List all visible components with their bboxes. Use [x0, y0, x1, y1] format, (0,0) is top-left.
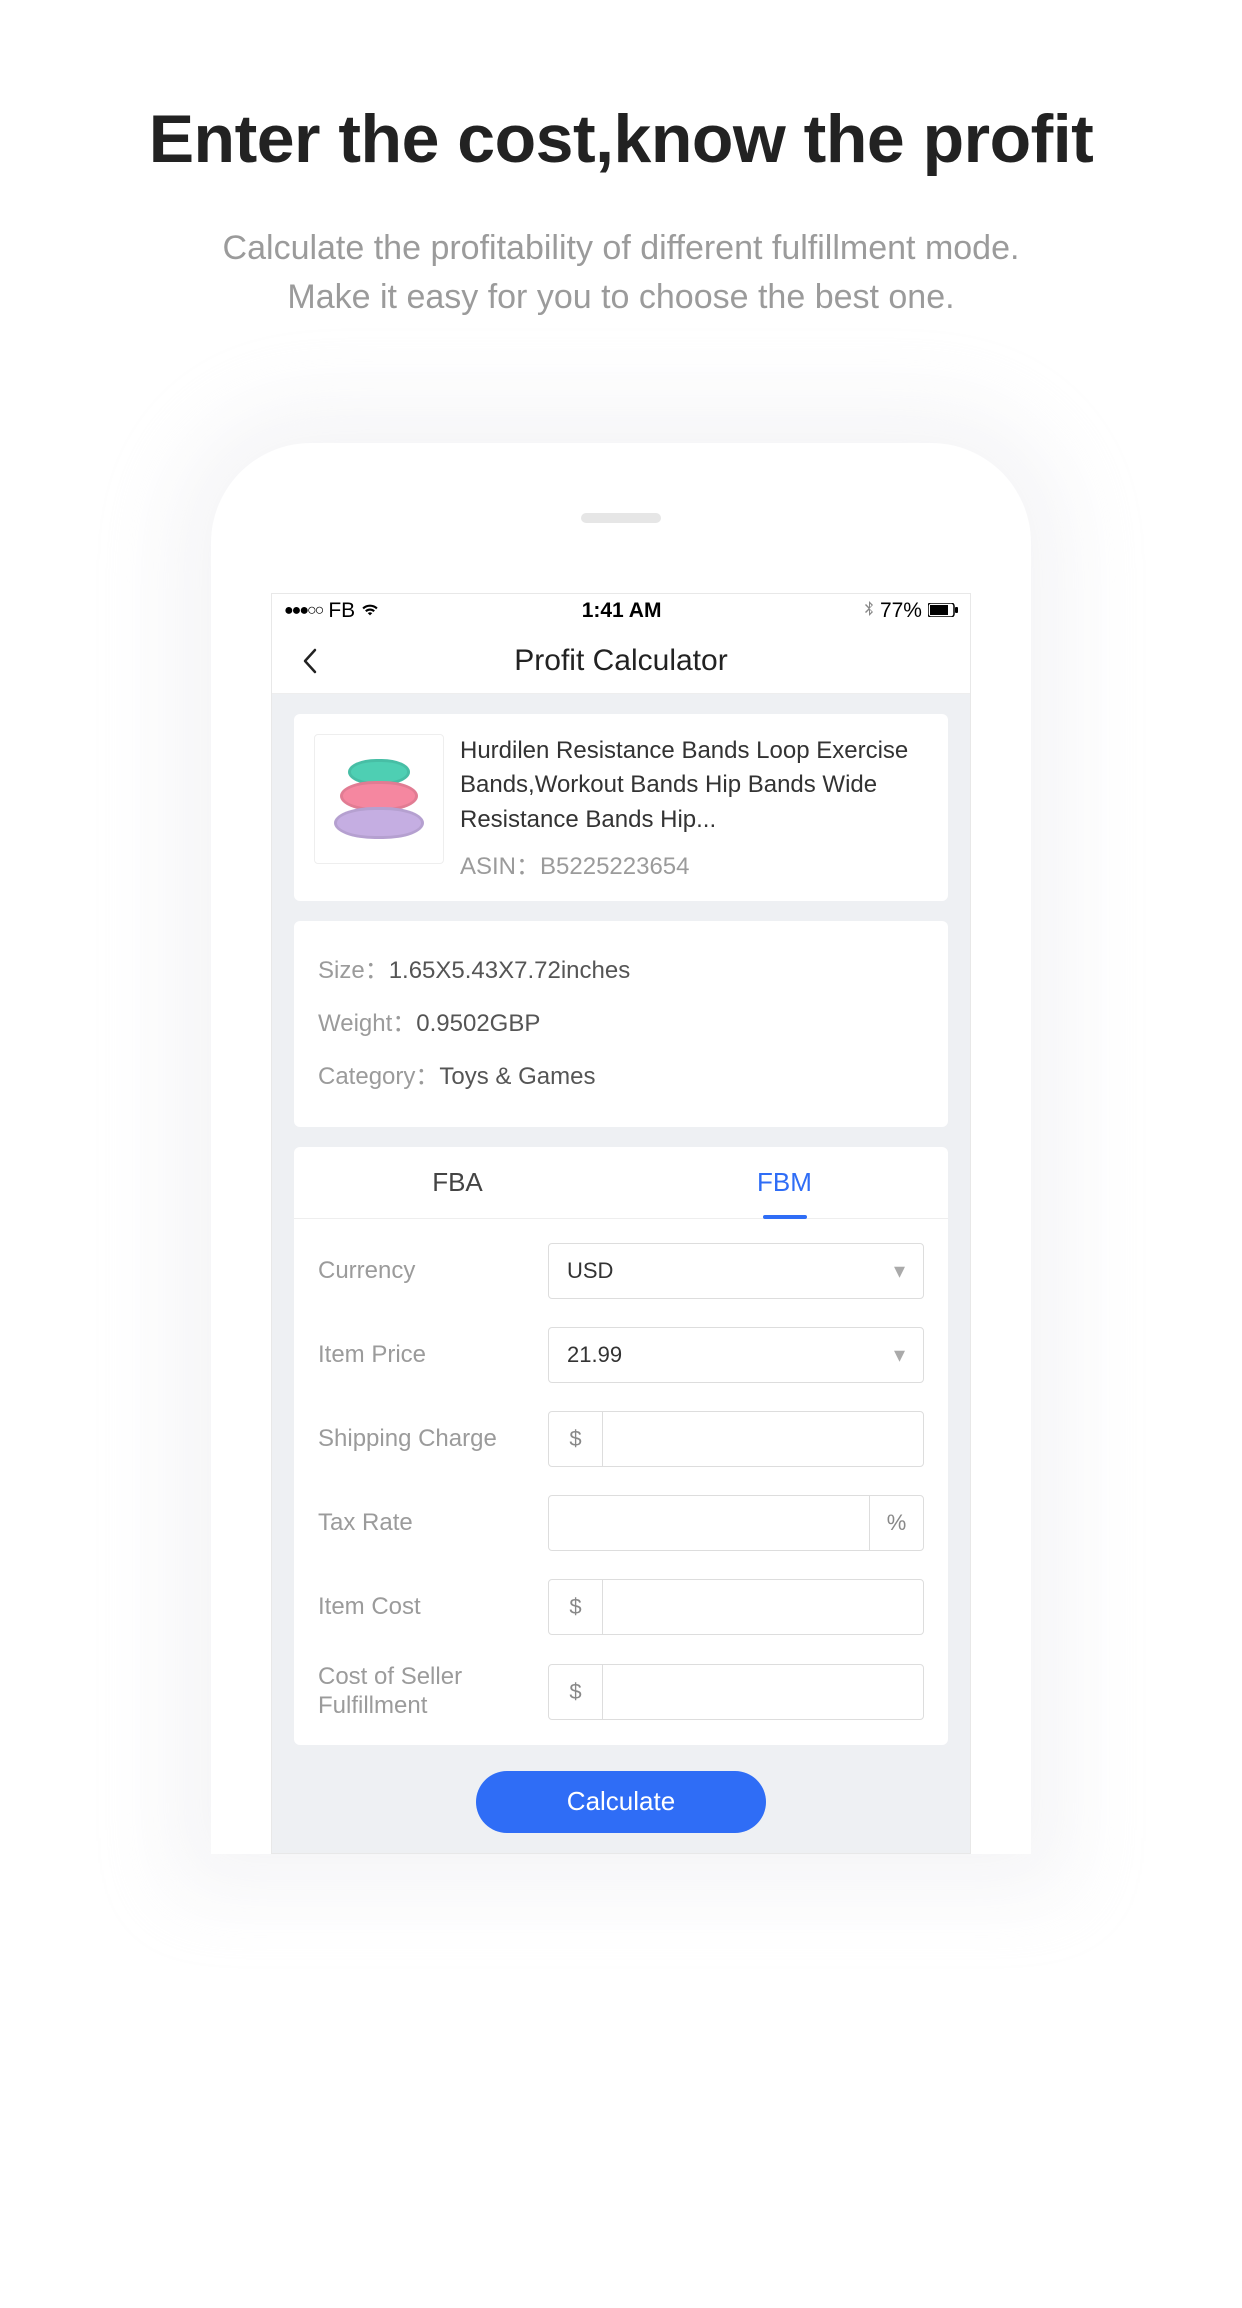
page-title: Profit Calculator — [272, 644, 970, 678]
phone-speaker — [581, 513, 661, 523]
asin-label: ASIN： — [460, 853, 540, 880]
currency-row: Currency USD ▾ — [318, 1243, 924, 1299]
product-image-band — [334, 807, 424, 839]
shipping-input[interactable]: $ — [548, 1411, 924, 1467]
hero-subtitle-line1: Calculate the profitability of different… — [223, 229, 1020, 267]
battery-icon — [928, 599, 958, 623]
chevron-left-icon — [302, 648, 318, 674]
item-price-select[interactable]: 21.99 ▾ — [548, 1327, 924, 1383]
calculator-form-card: FBA FBM Currency USD ▾ Item Price — [294, 1147, 948, 1745]
hero-subtitle-line2: Make it easy for you to choose the best … — [287, 278, 954, 316]
tab-fbm[interactable]: FBM — [621, 1147, 948, 1218]
cost-fulfillment-label: Cost of Seller Fulfillment — [318, 1663, 548, 1721]
tab-fba[interactable]: FBA — [294, 1147, 621, 1218]
signal-dots-icon: ●●●○○ — [284, 602, 322, 620]
item-price-label: Item Price — [318, 1341, 548, 1370]
item-price-value: 21.99 — [567, 1342, 622, 1368]
calculate-button[interactable]: Calculate — [476, 1771, 766, 1833]
size-value: 1.65X5.43X7.72inches — [389, 957, 631, 984]
dollar-prefix: $ — [549, 1580, 603, 1634]
item-price-row: Item Price 21.99 ▾ — [318, 1327, 924, 1383]
back-button[interactable] — [290, 641, 330, 681]
weight-value: 0.9502GBP — [416, 1010, 540, 1037]
shipping-row: Shipping Charge $ — [318, 1411, 924, 1467]
chevron-down-icon: ▾ — [894, 1258, 905, 1284]
content-area: Hurdilen Resistance Bands Loop Exercise … — [272, 694, 970, 1853]
product-title: Hurdilen Resistance Bands Loop Exercise … — [460, 734, 928, 838]
cost-fulfillment-row: Cost of Seller Fulfillment $ — [318, 1663, 924, 1721]
category-label: Category： — [318, 1063, 439, 1090]
product-image — [314, 734, 444, 864]
hero-subtitle: Calculate the profitability of different… — [0, 224, 1242, 323]
battery-percent: 77% — [880, 599, 922, 623]
app-screen: ●●●○○ FB 1:41 AM 77% — [271, 593, 971, 1854]
chevron-down-icon: ▾ — [894, 1342, 905, 1368]
tax-label: Tax Rate — [318, 1509, 548, 1538]
phone-frame: ●●●○○ FB 1:41 AM 77% — [211, 443, 1031, 1854]
currency-label: Currency — [318, 1257, 548, 1286]
shipping-label: Shipping Charge — [318, 1425, 548, 1454]
category-value: Toys & Games — [439, 1063, 595, 1090]
bluetooth-icon — [864, 599, 874, 623]
cost-fulfillment-input[interactable]: $ — [548, 1664, 924, 1720]
tax-row: Tax Rate % — [318, 1495, 924, 1551]
asin-value: B5225223654 — [540, 853, 689, 880]
wifi-icon — [361, 599, 379, 623]
dollar-prefix: $ — [549, 1412, 603, 1466]
item-cost-row: Item Cost $ — [318, 1579, 924, 1635]
currency-value: USD — [567, 1258, 613, 1284]
percent-suffix: % — [869, 1496, 923, 1550]
product-meta-card: Size：1.65X5.43X7.72inches Weight：0.9502G… — [294, 921, 948, 1127]
dollar-prefix: $ — [549, 1665, 603, 1719]
tax-input[interactable]: % — [548, 1495, 924, 1551]
product-card: Hurdilen Resistance Bands Loop Exercise … — [294, 714, 948, 901]
nav-bar: Profit Calculator — [272, 629, 970, 694]
carrier-label: FB — [328, 599, 355, 623]
weight-label: Weight： — [318, 1010, 416, 1037]
currency-select[interactable]: USD ▾ — [548, 1243, 924, 1299]
item-cost-input[interactable]: $ — [548, 1579, 924, 1635]
fulfillment-tabs: FBA FBM — [294, 1147, 948, 1219]
status-bar: ●●●○○ FB 1:41 AM 77% — [272, 594, 970, 629]
hero-title: Enter the cost,know the profit — [0, 100, 1242, 178]
status-time: 1:41 AM — [582, 599, 662, 623]
size-label: Size： — [318, 957, 389, 984]
item-cost-label: Item Cost — [318, 1593, 548, 1622]
